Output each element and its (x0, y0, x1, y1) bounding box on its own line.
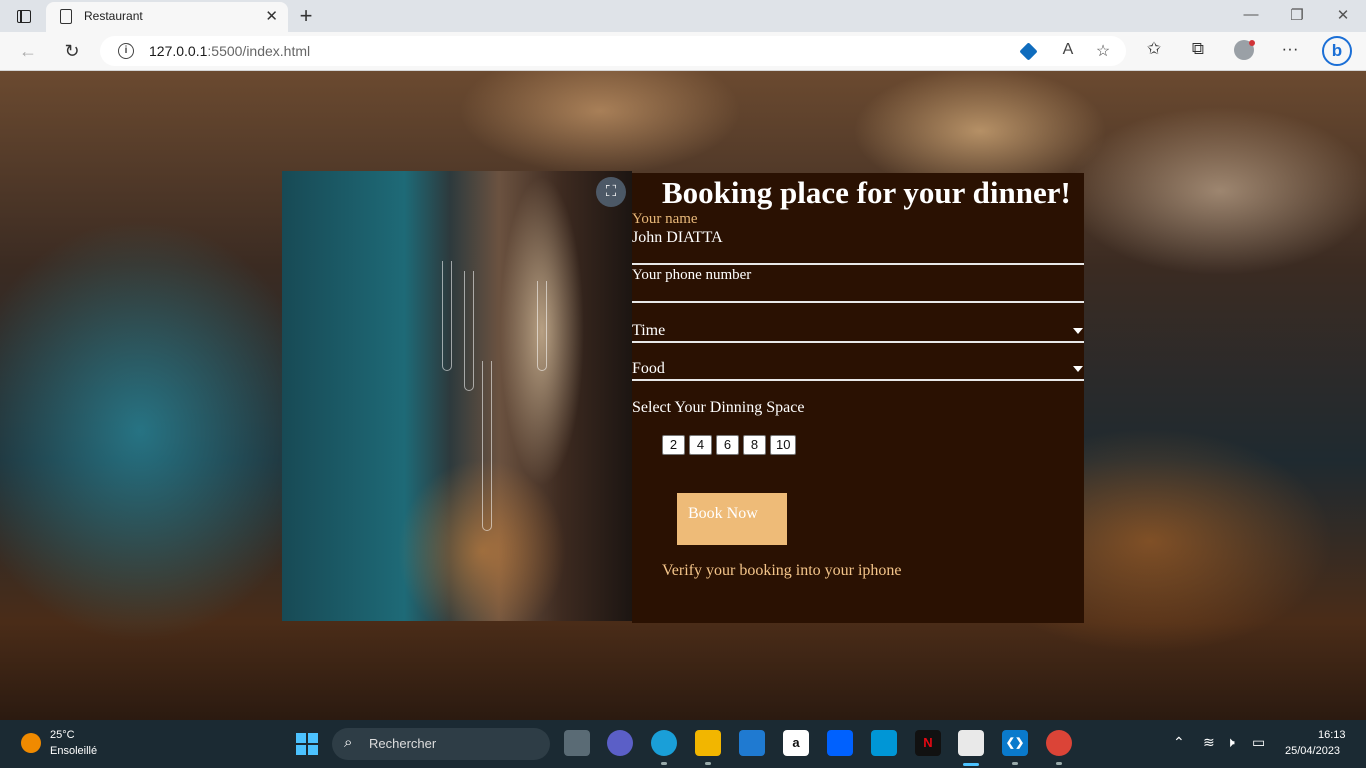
battery-icon[interactable]: ▭ (1252, 734, 1265, 751)
time-select-label: Time (632, 322, 666, 339)
reload-button[interactable]: ↻ (59, 39, 85, 63)
glass-shape (537, 281, 547, 371)
sun-icon[interactable] (21, 733, 41, 753)
netflix-icon[interactable]: N (915, 730, 941, 756)
new-tab-button[interactable]: + (294, 3, 318, 29)
restore-button[interactable]: ❐ (1282, 6, 1312, 24)
minimize-button[interactable]: — (1236, 6, 1266, 23)
chevron-up-icon[interactable]: ⌃ (1173, 734, 1185, 751)
volume-muted-icon[interactable]: 🕨 (1226, 734, 1235, 751)
collections-icon[interactable]: ⧉ (1185, 39, 1211, 59)
visual-search-icon[interactable]: ⛶ (596, 177, 626, 207)
url-path: :5500/index.html (207, 43, 311, 59)
clock-date[interactable]: 25/04/2023 (1285, 745, 1340, 757)
clock-time[interactable]: 16:13 (1318, 729, 1346, 741)
food-select-underline (632, 379, 1084, 381)
address-bar[interactable]: i 127.0.0.1:5500/index.html A ☆ (100, 36, 1126, 66)
mail-icon[interactable] (739, 730, 765, 756)
running-indicator (705, 762, 711, 765)
time-select[interactable]: Time (632, 322, 1084, 342)
glass-shape (442, 261, 452, 371)
food-select[interactable]: Food (632, 360, 1084, 380)
name-label: Your name (632, 211, 698, 227)
weather-temperature[interactable]: 25°C (50, 729, 75, 741)
vscode-icon[interactable]: ❮❯ (1002, 730, 1028, 756)
more-icon[interactable]: ··· (1277, 39, 1303, 59)
dining-space-label: Select Your Dinning Space (632, 399, 805, 416)
url-host: 127.0.0.1 (149, 43, 208, 59)
chevron-down-icon (1073, 328, 1083, 334)
dining-space-option[interactable]: 4 (689, 435, 712, 455)
running-indicator (661, 762, 667, 765)
booking-form-panel: Booking place for your dinner! Your name… (632, 173, 1084, 623)
page-background: ⛶ Booking place for your dinner! Your na… (0, 71, 1366, 720)
dining-space-option[interactable]: 10 (770, 435, 797, 455)
start-button[interactable] (296, 733, 318, 755)
url-text[interactable]: 127.0.0.1:5500/index.html (149, 43, 310, 59)
snipping-tool-icon[interactable] (958, 730, 984, 756)
glass-shape (482, 361, 492, 531)
dining-space-options: 2 4 6 8 10 (662, 435, 797, 455)
myhp-icon[interactable] (871, 730, 897, 756)
food-select-label: Food (632, 360, 665, 377)
file-explorer-icon[interactable] (695, 730, 721, 756)
back-button[interactable]: ← (15, 39, 41, 63)
read-aloud-icon[interactable]: A (1058, 41, 1078, 59)
running-indicator (1056, 762, 1062, 765)
dining-space-option[interactable]: 8 (743, 435, 766, 455)
chevron-down-icon (1073, 366, 1083, 372)
browser-tab-bar: Restaurant ✕ + — ❐ ✕ (0, 0, 1366, 32)
book-now-button[interactable]: Book Now (677, 493, 787, 545)
weather-condition[interactable]: Ensoleillé (50, 745, 97, 757)
taskbar-search[interactable]: ⌕ Rechercher (332, 728, 550, 760)
dining-space-option[interactable]: 6 (716, 435, 739, 455)
favorites-icon[interactable]: ✩ (1141, 39, 1167, 59)
profile-notification-badge (1249, 40, 1255, 46)
close-icon[interactable]: ✕ (265, 7, 278, 25)
verify-text: Verify your booking into your iphone (662, 562, 902, 579)
bing-icon[interactable]: b (1322, 36, 1352, 66)
teams-icon[interactable] (607, 730, 633, 756)
amazon-icon[interactable]: a (783, 730, 809, 756)
browser-toolbar: ← ↻ i 127.0.0.1:5500/index.html A ☆ ✩ ⧉ … (0, 32, 1366, 71)
glass-shape (464, 271, 474, 391)
edge-icon[interactable] (651, 730, 677, 756)
running-indicator (1012, 762, 1018, 765)
active-app-indicator (963, 763, 979, 766)
info-icon[interactable]: i (118, 43, 134, 59)
tab-actions-icon[interactable] (10, 6, 38, 26)
dropbox-icon[interactable] (827, 730, 853, 756)
taskbar: 25°C Ensoleillé ⌕ Rechercher a N ❮❯ ⌃ ≋ … (0, 720, 1366, 768)
task-view-icon[interactable] (564, 730, 590, 756)
wifi-icon[interactable]: ≋ (1203, 734, 1215, 751)
phone-input[interactable]: Your phone number (632, 267, 751, 284)
window-close-button[interactable]: ✕ (1328, 6, 1358, 24)
page-icon (60, 9, 72, 24)
page-title: Booking place for your dinner! (662, 175, 1071, 210)
tab-title: Restaurant (84, 9, 143, 23)
star-add-icon[interactable]: ☆ (1093, 41, 1113, 61)
time-select-underline (632, 341, 1084, 343)
tag-icon[interactable] (1019, 42, 1038, 61)
name-input-underline (632, 263, 1084, 265)
search-placeholder: Rechercher (369, 736, 437, 751)
restaurant-photo (282, 171, 632, 621)
phone-input-underline (632, 301, 1084, 303)
chrome-icon[interactable] (1046, 730, 1072, 756)
dining-space-option[interactable]: 2 (662, 435, 685, 455)
browser-tab[interactable]: Restaurant ✕ (46, 2, 288, 32)
name-input[interactable]: John DIATTA (632, 229, 723, 247)
search-icon: ⌕ (344, 734, 353, 751)
